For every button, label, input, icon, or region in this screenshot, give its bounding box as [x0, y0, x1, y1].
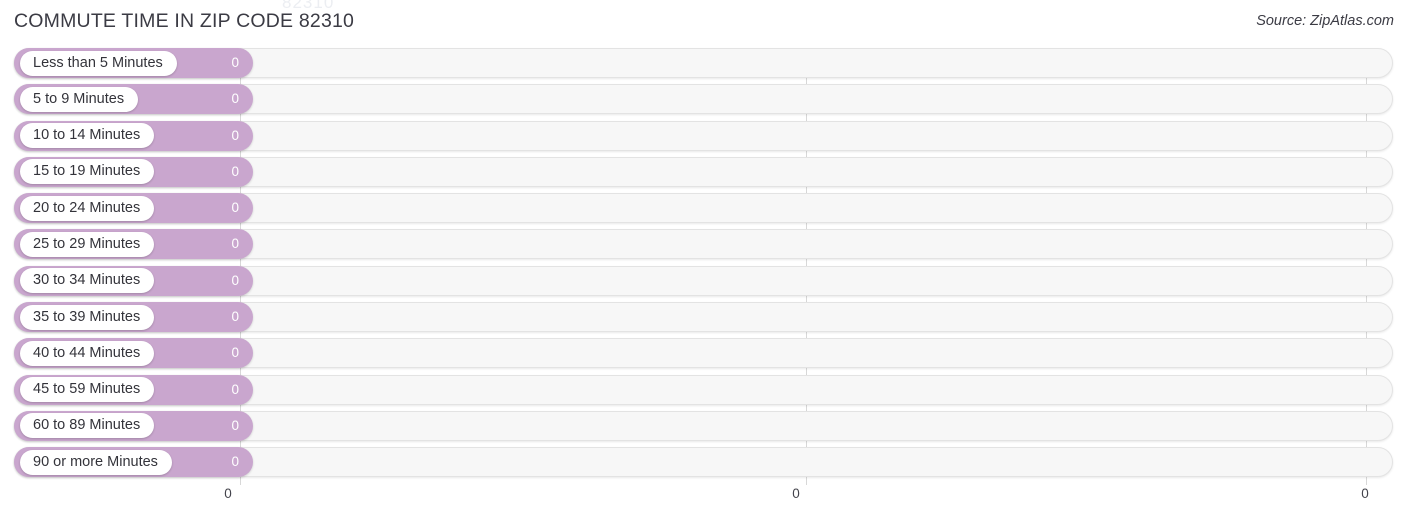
- category-label: 60 to 89 Minutes: [20, 413, 155, 439]
- page-title: COMMUTE TIME IN ZIP CODE 82310: [14, 10, 355, 32]
- bar-row[interactable]: 0 15 to 19 Minutes: [0, 156, 1406, 187]
- bar-row[interactable]: 0 45 to 59 Minutes: [0, 374, 1406, 405]
- category-label: 25 to 29 Minutes: [20, 231, 155, 257]
- bar-row[interactable]: 0 5 to 9 Minutes: [0, 84, 1406, 115]
- category-label: 20 to 24 Minutes: [20, 195, 155, 221]
- bar-value-label: 0: [231, 381, 239, 397]
- bar-value-label: 0: [231, 272, 239, 288]
- bar-value-label: 0: [231, 417, 239, 433]
- category-label: 40 to 44 Minutes: [20, 340, 155, 366]
- x-axis-tick-label: 0: [1361, 486, 1369, 501]
- bar-value-label: 0: [231, 236, 239, 252]
- category-label: 15 to 19 Minutes: [20, 159, 155, 185]
- bar-row[interactable]: 0 30 to 34 Minutes: [0, 265, 1406, 296]
- bar-row[interactable]: 0 60 to 89 Minutes: [0, 410, 1406, 441]
- bar-value-label: 0: [231, 163, 239, 179]
- bar-value-label: 0: [231, 55, 239, 70]
- bar-row[interactable]: 0 40 to 44 Minutes: [0, 338, 1406, 369]
- category-label: 5 to 9 Minutes: [20, 86, 139, 112]
- category-label: 90 or more Minutes: [20, 449, 172, 475]
- category-label: 35 to 39 Minutes: [20, 304, 155, 330]
- bar-row[interactable]: 0 Less than 5 Minutes: [0, 48, 1406, 78]
- chart-plot-area: 0 Less than 5 Minutes 0 5 to 9 Minutes 0 10 t…: [0, 48, 1406, 485]
- bar-row[interactable]: 0 90 or more Minutes: [0, 447, 1406, 478]
- category-label: 45 to 59 Minutes: [20, 377, 155, 403]
- bar-row[interactable]: 0 25 to 29 Minutes: [0, 229, 1406, 260]
- x-axis: 0 0 0: [0, 486, 1406, 516]
- bar-row[interactable]: 0 10 to 14 Minutes: [0, 120, 1406, 151]
- bar-row[interactable]: 0 35 to 39 Minutes: [0, 302, 1406, 333]
- category-label: Less than 5 Minutes: [20, 50, 177, 76]
- category-label: 30 to 34 Minutes: [20, 268, 155, 294]
- bar-value-label: 0: [231, 91, 239, 107]
- chart-header: 82310 COMMUTE TIME IN ZIP CODE 82310 Sou…: [0, 0, 1406, 46]
- bar-value-label: 0: [231, 345, 239, 361]
- bar-value-label: 0: [231, 127, 239, 143]
- x-axis-tick-label: 0: [792, 486, 800, 501]
- bar-row-list: 0 Less than 5 Minutes 0 5 to 9 Minutes 0 10 t…: [0, 48, 1406, 484]
- x-axis-tick-label: 0: [224, 486, 232, 501]
- category-label: 10 to 14 Minutes: [20, 123, 155, 149]
- bar-value-label: 0: [231, 200, 239, 216]
- bar-value-label: 0: [231, 309, 239, 325]
- bar-row[interactable]: 0 20 to 24 Minutes: [0, 193, 1406, 224]
- bar-value-label: 0: [231, 454, 239, 470]
- source-attribution: Source: ZipAtlas.com: [1256, 13, 1394, 29]
